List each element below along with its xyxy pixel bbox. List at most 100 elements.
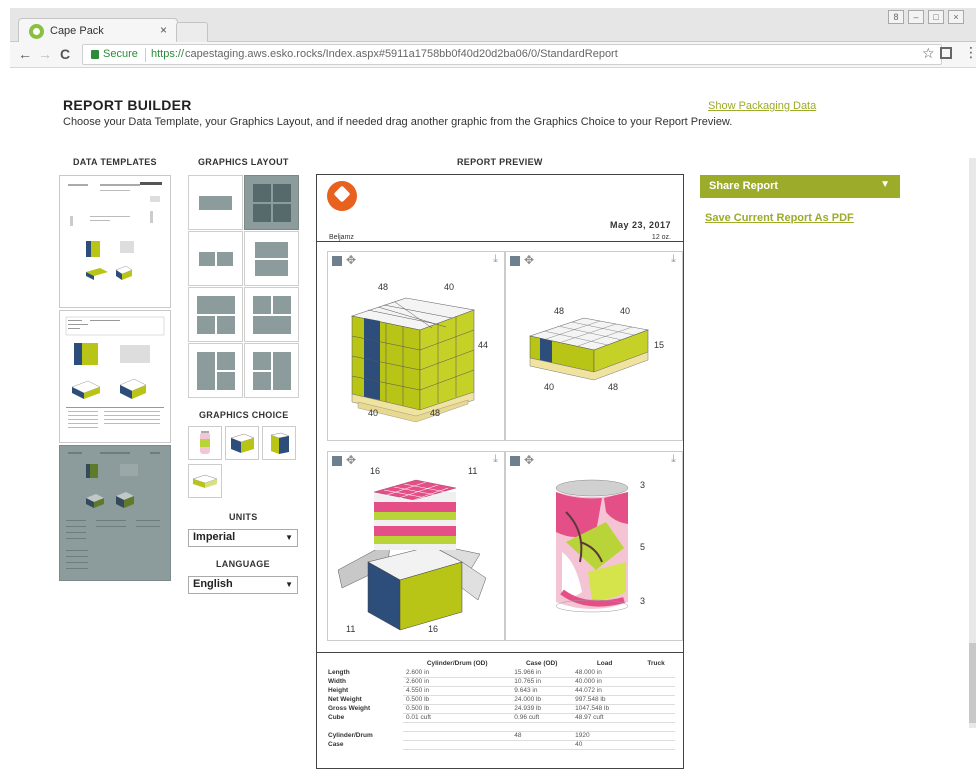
- graphic-choice-tray[interactable]: [188, 464, 222, 498]
- table-row: Gross Weight 0.500 lb 24.939 lb 1047.548 lb: [325, 704, 675, 714]
- url-scheme: https://: [151, 48, 185, 60]
- dimension-label: 3: [640, 596, 646, 606]
- layout-1x1[interactable]: [188, 175, 243, 230]
- table-cell: [637, 722, 675, 732]
- dimension-label: 5: [640, 542, 646, 552]
- table-header: Load: [596, 660, 613, 667]
- lock-icon: [91, 50, 99, 59]
- browser-tab[interactable]: Cape Pack ×: [18, 18, 178, 43]
- layout-2-rows[interactable]: [244, 231, 299, 286]
- dimension-label: 16: [428, 624, 439, 634]
- language-value: English: [193, 578, 233, 590]
- units-select[interactable]: Imperial ▼: [188, 529, 298, 547]
- table-row: Net Weight 0.500 lb 24.000 lb 997.548 lb: [325, 695, 675, 705]
- table-row: Cylinder/Drum 48 1920: [325, 731, 675, 741]
- table-cell: 0.500 lb: [403, 695, 512, 705]
- row-label: Cylinder/Drum: [328, 732, 373, 739]
- language-select[interactable]: English ▼: [188, 576, 298, 594]
- table-cell: [637, 713, 675, 723]
- dimension-label: 48: [378, 282, 389, 292]
- layout-right-split[interactable]: [244, 343, 299, 398]
- table-cell: 0.96 cuft: [511, 713, 573, 723]
- data-template-1[interactable]: [59, 175, 171, 308]
- graphic-choice-case-alt[interactable]: [262, 426, 296, 460]
- table-cell: 44.072 in: [572, 686, 638, 696]
- save-pdf-link[interactable]: Save Current Report As PDF: [705, 212, 854, 224]
- row-label: Gross Weight: [328, 705, 371, 712]
- page-scrollbar-thumb[interactable]: [969, 643, 976, 723]
- table-row: Cube 0.01 cuft 0.96 cuft 48.97 cuft: [325, 713, 675, 723]
- dimension-label: 44: [478, 340, 489, 350]
- row-label: [325, 722, 403, 731]
- language-heading: LANGUAGE: [216, 559, 270, 569]
- show-packaging-data-link[interactable]: Show Packaging Data: [708, 100, 816, 112]
- table-cell: 40: [572, 740, 638, 750]
- template-1-thumbnail: [68, 182, 162, 280]
- url-field[interactable]: Secure https:// capestaging.aws.esko.roc…: [82, 44, 942, 65]
- layout-bottom-split[interactable]: [244, 287, 299, 342]
- divider: [145, 48, 146, 62]
- browser-menu-icon[interactable]: ⋮: [964, 44, 976, 61]
- table-cell: 48: [511, 731, 573, 741]
- template-2-thumbnail: [65, 316, 165, 428]
- minimize-icon[interactable]: –: [908, 10, 924, 24]
- table-cell: [511, 722, 573, 732]
- graphic-panel-layer[interactable]: ✥ ⤓ 48 40 15 40 48: [505, 251, 683, 441]
- graphic-panel-can[interactable]: ✥ ⤓ 3 5 3: [505, 451, 683, 641]
- case-with-cans-graphic: [337, 479, 487, 631]
- reload-icon[interactable]: C: [60, 46, 70, 62]
- new-tab-button[interactable]: [176, 22, 208, 42]
- url-text: capestaging.aws.esko.rocks/Index.aspx#59…: [185, 48, 618, 60]
- maximize-icon[interactable]: □: [928, 10, 944, 24]
- tab-strip: Cape Pack × 8 – □ ×: [10, 8, 976, 43]
- layout-left-split[interactable]: [188, 343, 243, 398]
- graphic-panel-case[interactable]: ✥ ⤓ 16 11 11 16: [327, 451, 505, 641]
- table-header: [325, 659, 403, 668]
- tray-thumbnail-icon: [192, 474, 218, 488]
- bookmark-star-icon[interactable]: ☆: [922, 45, 935, 62]
- close-window-icon[interactable]: ×: [948, 10, 964, 24]
- table-cell: 40.000 in: [572, 677, 638, 687]
- table-row: Width 2.600 in 10.765 in 40.000 in: [325, 677, 675, 687]
- graphic-panel-pallet[interactable]: ✥ ⤓ 48 40 44 40 48: [327, 251, 505, 441]
- graphics-layout-heading: GRAPHICS LAYOUT: [198, 157, 289, 167]
- layout-2-columns[interactable]: [188, 231, 243, 286]
- browser-chrome: Cape Pack × 8 – □ × ← → C Secure https:/…: [10, 8, 976, 68]
- table-cell: 4.550 in: [403, 686, 512, 696]
- data-template-2[interactable]: [59, 310, 171, 443]
- tab-close-icon[interactable]: ×: [160, 23, 167, 37]
- graphic-choice-can[interactable]: [188, 426, 222, 460]
- table-cell: 2.600 in: [403, 677, 512, 687]
- table-cell: 10.765 in: [511, 677, 573, 687]
- report-preview-heading: REPORT PREVIEW: [457, 157, 543, 167]
- case-alt-thumbnail-icon: [270, 432, 290, 454]
- can-graphic: [555, 479, 629, 613]
- table-cell: [403, 731, 512, 741]
- address-bar: ← → C Secure https:// capestaging.aws.es…: [10, 42, 976, 68]
- table-cell: 1920: [572, 731, 638, 741]
- dimension-label: 48: [554, 306, 565, 316]
- units-heading: UNITS: [229, 512, 258, 522]
- graphic-choice-case[interactable]: [225, 426, 259, 460]
- table-cell: [637, 695, 675, 705]
- table-cell: [637, 677, 675, 687]
- share-report-dropdown[interactable]: Share Report ▼: [700, 175, 900, 198]
- data-template-3[interactable]: [59, 445, 171, 581]
- template-3-thumbnail: [66, 452, 160, 569]
- forward-icon[interactable]: →: [38, 46, 52, 62]
- report-builder-page: REPORT BUILDER Choose your Data Template…: [10, 68, 976, 769]
- dimension-label: 40: [544, 382, 555, 392]
- report-product-name: Beljamz: [329, 234, 354, 241]
- dimension-label: 40: [620, 306, 631, 316]
- table-cell: [637, 686, 675, 696]
- extension-icon[interactable]: [940, 47, 952, 59]
- profile-icon[interactable]: 8: [888, 10, 904, 24]
- table-header: Cylinder/Drum (OD): [426, 660, 488, 667]
- table-cell: 2.600 in: [403, 668, 512, 678]
- dimension-label: 11: [346, 624, 356, 634]
- page-subtitle: Choose your Data Template, your Graphics…: [63, 116, 733, 128]
- layout-top-split[interactable]: [188, 287, 243, 342]
- layout-2x2-selected[interactable]: [244, 175, 299, 230]
- back-icon[interactable]: ←: [18, 46, 32, 62]
- units-value: Imperial: [193, 531, 236, 543]
